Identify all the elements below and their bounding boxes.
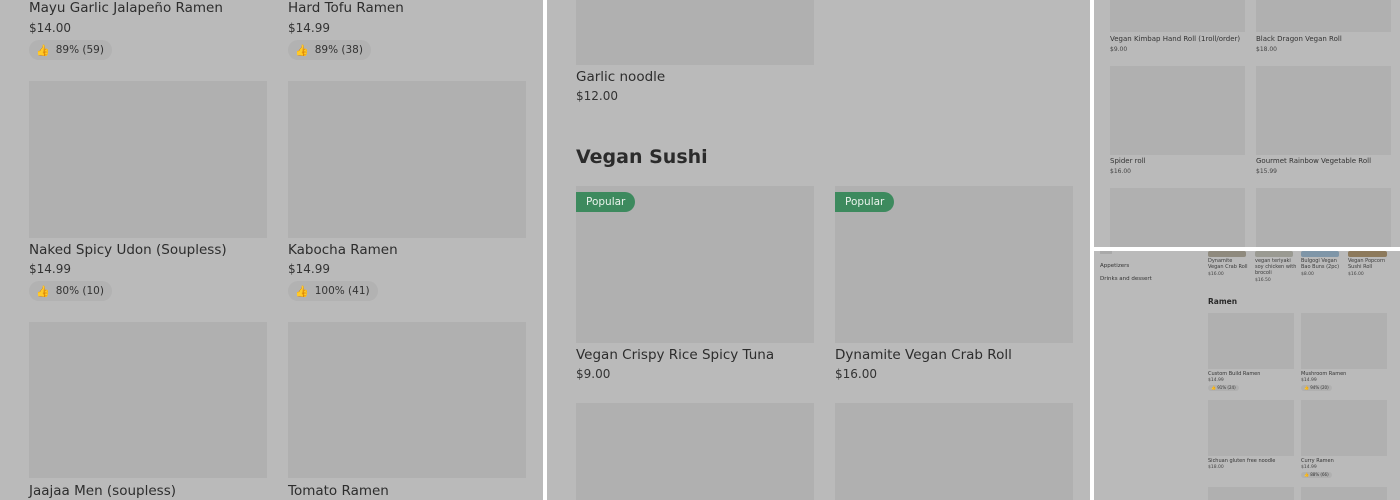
item-price: $14.99 xyxy=(1208,378,1224,383)
item-price: $16.00 xyxy=(835,367,877,381)
item-name[interactable]: Vegan Kimbap Hand Roll (1roll/order) xyxy=(1110,35,1240,43)
sidebar-item-appetizers[interactable]: Appetizers xyxy=(1100,263,1129,269)
thumbs-up-icon: 👍 xyxy=(295,43,309,57)
item-price: $15.99 xyxy=(1256,168,1277,175)
sidebar-item-cutoff[interactable] xyxy=(1100,251,1112,254)
item-price: $12.00 xyxy=(576,89,618,103)
item-image[interactable] xyxy=(1110,188,1245,247)
thumbs-up-icon: 👍 xyxy=(36,43,50,57)
item-price: $14.00 xyxy=(29,21,71,35)
item-price: $14.99 xyxy=(1301,465,1317,470)
section-heading: Ramen xyxy=(1208,297,1238,306)
item-image[interactable] xyxy=(835,403,1073,500)
item-image[interactable] xyxy=(576,403,814,500)
rating-text: 100% (41) xyxy=(314,285,370,297)
section-heading: Vegan Sushi xyxy=(576,146,708,168)
thumbs-up-icon: 👍 xyxy=(36,284,50,298)
item-image[interactable] xyxy=(576,0,814,65)
thumbs-up-icon: 👍 xyxy=(1304,472,1309,477)
item-image[interactable] xyxy=(29,81,267,238)
item-price: $9.00 xyxy=(576,367,611,381)
rating-badge: 👍 88% (66) xyxy=(1301,472,1332,478)
rating-badge: 👍 100% (41) xyxy=(288,281,378,301)
rating-text: 80% (10) xyxy=(55,285,104,297)
item-price: $18.00 xyxy=(1256,46,1277,53)
item-name[interactable]: Dynamite Vegan Crab Roll xyxy=(1208,258,1248,271)
item-price: $14.99 xyxy=(29,262,71,276)
item-price: $14.99 xyxy=(1301,378,1317,383)
item-name[interactable]: Custom Build Ramen xyxy=(1208,371,1260,377)
item-name[interactable]: Spider roll xyxy=(1110,157,1146,165)
item-name[interactable]: Garlic noodle xyxy=(576,69,665,85)
item-name[interactable]: Naked Spicy Udon (Soupless) xyxy=(29,242,227,258)
menu-panel-ramen: Mayu Garlic Jalapeño Ramen $14.00 👍 89% … xyxy=(0,0,543,500)
item-image[interactable] xyxy=(1208,313,1294,369)
rating-badge: 👍 94% (20) xyxy=(1301,385,1332,391)
item-image[interactable] xyxy=(1256,0,1391,32)
item-image[interactable] xyxy=(288,322,526,478)
item-name[interactable]: Kabocha Ramen xyxy=(288,242,398,258)
menu-panel-overview: Appetizers Drinks and dessert Dynamite V… xyxy=(1094,251,1400,500)
item-name[interactable]: Vegan Crispy Rice Spicy Tuna xyxy=(576,347,774,363)
item-price: $9.00 xyxy=(1110,46,1128,53)
item-image[interactable] xyxy=(1255,251,1293,257)
item-image[interactable] xyxy=(1348,251,1387,257)
item-name[interactable]: Curry Ramen xyxy=(1301,458,1334,464)
item-price: $18.00 xyxy=(1208,465,1224,470)
item-name[interactable]: Sichuan gluten free noodle xyxy=(1208,458,1275,464)
item-image[interactable] xyxy=(1301,313,1387,369)
rating-text: 88% (66) xyxy=(1310,472,1329,477)
rating-badge: 👍 89% (59) xyxy=(29,40,112,60)
item-image[interactable] xyxy=(29,322,267,478)
item-name[interactable]: vegan teriyaki soy chicken with brocoli xyxy=(1255,258,1297,276)
rating-text: 89% (38) xyxy=(314,44,363,56)
rating-badge: 👍 80% (10) xyxy=(29,281,112,301)
item-name[interactable]: Hard Tofu Ramen xyxy=(288,0,404,16)
popular-badge: Popular xyxy=(835,192,895,212)
item-image[interactable] xyxy=(1208,487,1294,500)
rating-text: 91% (24) xyxy=(1217,385,1236,390)
popular-badge: Popular xyxy=(576,192,636,212)
item-image[interactable] xyxy=(288,81,526,238)
item-image[interactable] xyxy=(1301,251,1339,257)
menu-panel-rolls: Vegan Kimbap Hand Roll (1roll/order) $9.… xyxy=(1094,0,1400,247)
menu-panel-sushi: Garlic noodle $12.00 Vegan Sushi Popular… xyxy=(547,0,1090,500)
rating-badge: 👍 91% (24) xyxy=(1208,385,1239,391)
item-image[interactable] xyxy=(1208,251,1246,257)
thumbs-up-icon: 👍 xyxy=(295,284,309,298)
item-price: $14.99 xyxy=(288,21,330,35)
item-image[interactable] xyxy=(1208,400,1294,456)
item-price: $16.00 xyxy=(1208,272,1224,277)
item-price: $16.00 xyxy=(1348,272,1364,277)
item-name[interactable]: Dynamite Vegan Crab Roll xyxy=(835,347,1012,363)
sidebar-item-drinks[interactable]: Drinks and dessert xyxy=(1100,276,1152,282)
rating-text: 94% (20) xyxy=(1310,385,1329,390)
item-name[interactable]: Vegan Popcorn Sushi Roll xyxy=(1348,258,1388,271)
rating-badge: 👍 89% (38) xyxy=(288,40,371,60)
item-price: $14.99 xyxy=(288,262,330,276)
thumbs-up-icon: 👍 xyxy=(1304,385,1309,390)
item-price: $16.50 xyxy=(1255,278,1271,283)
rating-text: 89% (59) xyxy=(55,44,104,56)
item-name[interactable]: Mayu Garlic Jalapeño Ramen xyxy=(29,0,223,16)
item-price: $8.00 xyxy=(1301,272,1314,277)
item-name[interactable]: Mushroom Ramen xyxy=(1301,371,1346,377)
item-name[interactable]: Gourmet Rainbow Vegetable Roll xyxy=(1256,157,1371,165)
item-price: $16.00 xyxy=(1110,168,1131,175)
item-name[interactable]: Black Dragon Vegan Roll xyxy=(1256,35,1342,43)
item-image[interactable] xyxy=(1110,0,1245,32)
item-image[interactable] xyxy=(1301,487,1387,500)
thumbs-up-icon: 👍 xyxy=(1211,385,1216,390)
item-image[interactable] xyxy=(1110,66,1245,155)
item-name[interactable]: Tomato Ramen xyxy=(288,483,389,499)
item-name[interactable]: Jaajaa Men (soupless) xyxy=(29,483,176,499)
item-image[interactable] xyxy=(1256,66,1391,155)
item-image[interactable] xyxy=(1256,188,1391,247)
item-name[interactable]: Bulgogi Vegan Bao Buns (2pc) xyxy=(1301,258,1341,271)
item-image[interactable] xyxy=(1301,400,1387,456)
